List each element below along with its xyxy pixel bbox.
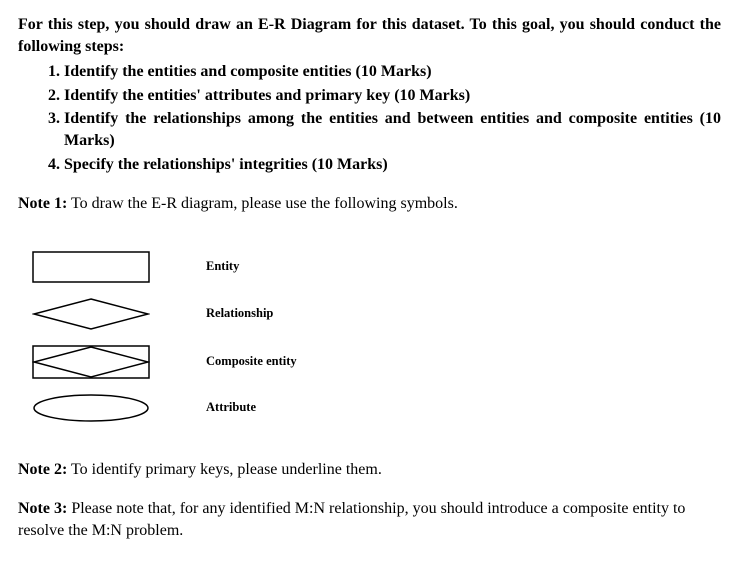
legend-row-relationship: Relationship: [18, 297, 721, 331]
intro-text: For this step, you should draw an E-R Di…: [18, 14, 721, 57]
legend-row-attribute: Attribute: [18, 393, 721, 423]
note-3-text: Please note that, for any identified M:N…: [18, 500, 685, 539]
step-1: Identify the entities and composite enti…: [64, 61, 721, 83]
legend-row-entity: Entity: [18, 251, 721, 283]
steps-list: Identify the entities and composite enti…: [18, 61, 721, 175]
legend-label-composite: Composite entity: [206, 353, 297, 370]
note-2: Note 2: To identify primary keys, please…: [18, 459, 721, 481]
entity-shape: [18, 251, 168, 283]
legend: Entity Relationship Composite entity Att…: [18, 251, 721, 423]
step-2: Identify the entities' attributes and pr…: [64, 85, 721, 107]
attribute-shape: [18, 393, 168, 423]
note-3-label: Note 3:: [18, 500, 67, 517]
legend-label-attribute: Attribute: [206, 399, 256, 416]
relationship-shape: [18, 297, 168, 331]
legend-label-relationship: Relationship: [206, 305, 273, 322]
note-1: Note 1: To draw the E-R diagram, please …: [18, 193, 721, 215]
step-4: Specify the relationships' integrities (…: [64, 154, 721, 176]
legend-row-composite: Composite entity: [18, 345, 721, 379]
step-3: Identify the relationships among the ent…: [64, 108, 721, 151]
note-2-label: Note 2:: [18, 461, 67, 478]
note-1-label: Note 1:: [18, 195, 67, 212]
note-3: Note 3: Please note that, for any identi…: [18, 498, 721, 541]
legend-label-entity: Entity: [206, 258, 239, 275]
note-1-text: To draw the E-R diagram, please use the …: [67, 195, 458, 212]
composite-entity-shape: [18, 345, 168, 379]
note-2-text: To identify primary keys, please underli…: [67, 461, 382, 478]
